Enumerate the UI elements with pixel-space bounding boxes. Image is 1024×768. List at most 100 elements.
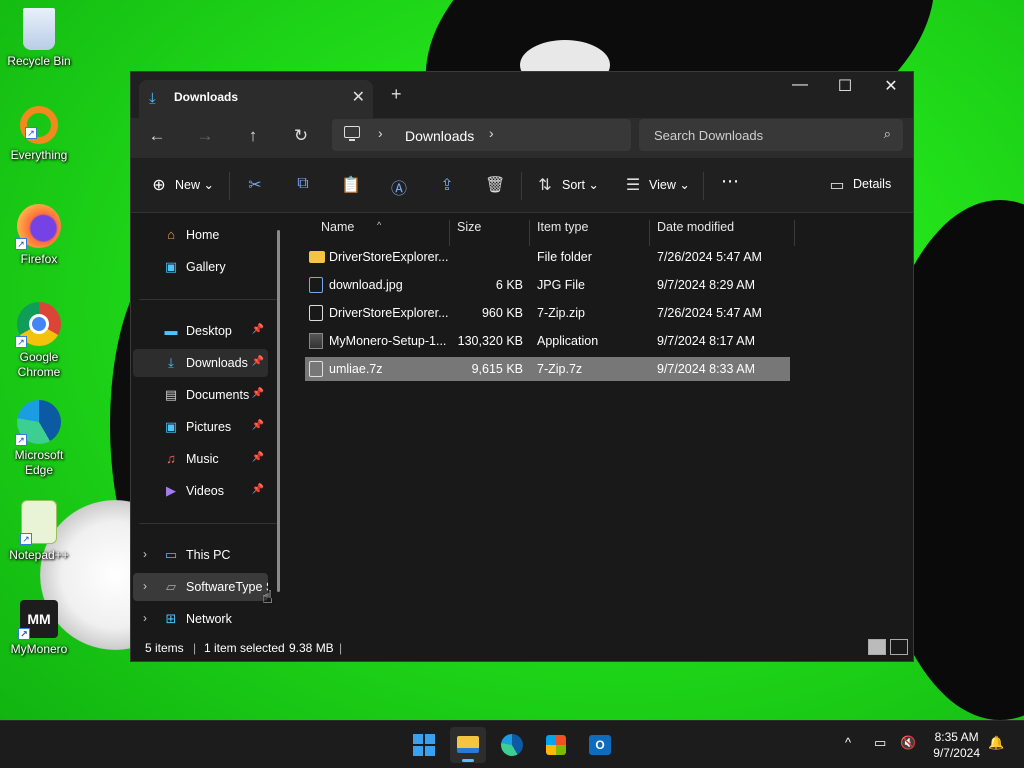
sidebar-item-desktop[interactable]: ▬ Desktop 📌 (133, 317, 268, 345)
tiles-view-toggle[interactable] (890, 639, 908, 655)
details-view-toggle[interactable] (868, 639, 886, 655)
column-item-type[interactable]: Item type (537, 220, 588, 234)
taskbar-file-explorer[interactable] (450, 727, 486, 763)
file-type: JPG File (537, 278, 585, 292)
videos-folder-icon: ▶ (166, 483, 176, 498)
sidebar-item-videos[interactable]: ▶ Videos 📌 (133, 477, 268, 505)
file-name: download.jpg (329, 278, 403, 292)
network-status-icon[interactable]: ▭ (874, 735, 886, 751)
view-button[interactable]: View ⌄ (649, 177, 690, 192)
pin-icon[interactable]: 📌 (252, 420, 264, 431)
pin-icon[interactable]: 📌 (252, 356, 264, 367)
details-button[interactable]: Details (853, 177, 891, 191)
tab-title: Downloads (174, 90, 239, 104)
new-button[interactable]: New ⌄ (175, 177, 214, 192)
address-bar[interactable]: › Downloads › (332, 119, 631, 151)
chevron-right-icon[interactable]: › (378, 125, 383, 141)
delete-icon[interactable]: 🗑 (485, 175, 505, 195)
up-button[interactable]: ↑ (241, 126, 265, 146)
file-name: MyMonero-Setup-1... (329, 334, 447, 348)
monitor-icon (344, 126, 360, 141)
pin-icon[interactable]: 📌 (252, 484, 264, 495)
taskbar: O ^ ▭ 🔇 8:35 AM 9/7/2024 🔔 (0, 720, 1024, 768)
chevron-right-icon[interactable]: › (143, 611, 147, 625)
file-type: 7-Zip.zip (537, 306, 585, 320)
pin-icon[interactable]: 📌 (252, 388, 264, 399)
file-size: 960 KB (481, 306, 523, 320)
details-pane-icon: ▭ (829, 177, 845, 194)
sort-icon: ⇅ (538, 177, 552, 194)
navigation-pane-scrollbar[interactable] (277, 230, 280, 592)
everything-search-icon: ↗ (20, 106, 58, 144)
search-box[interactable]: Search Downloads ⌕ (639, 119, 903, 151)
file-type: Application (537, 334, 599, 348)
forward-button[interactable]: → (193, 126, 217, 146)
file-date: 9/7/2024 8:17 AM (657, 334, 755, 348)
copy-icon[interactable]: ⧉ (293, 175, 313, 193)
file-size: 130,320 KB (457, 334, 523, 348)
cut-icon[interactable]: ✂ (245, 175, 265, 195)
pin-icon[interactable]: 📌 (252, 452, 264, 463)
column-date-modified[interactable]: Date modified (657, 220, 734, 234)
close-window-button[interactable]: ✕ (868, 76, 914, 96)
sidebar-item-music[interactable]: ♫ Music 📌 (133, 445, 268, 473)
breadcrumb-downloads[interactable]: Downloads (405, 128, 474, 144)
minimize-button[interactable]: — (777, 76, 823, 94)
refresh-button[interactable]: ↻ (289, 126, 313, 146)
file-explorer-icon (457, 736, 479, 753)
maximize-button[interactable]: ☐ (822, 76, 868, 96)
taskbar-edge[interactable] (494, 727, 530, 763)
notification-bell-icon[interactable]: 🔔 (988, 735, 1004, 751)
rename-icon[interactable]: Ⓐ (389, 175, 409, 199)
gallery-icon: ▣ (164, 259, 178, 274)
close-tab-icon[interactable]: ✕ (352, 87, 365, 107)
sidebar-item-documents[interactable]: ▤ Documents 📌 (133, 381, 268, 409)
show-hidden-icons-button[interactable]: ^ (845, 735, 851, 750)
chevron-right-icon[interactable]: › (143, 579, 147, 593)
image-file-icon (309, 277, 323, 293)
file-row[interactable]: MyMonero-Setup-1... 130,320 KB Applicati… (305, 329, 790, 353)
file-date: 9/7/2024 8:33 AM (657, 362, 755, 376)
desktop-icon-edge[interactable]: ↗ Microsoft Edge (1, 400, 77, 478)
column-size[interactable]: Size (457, 220, 481, 234)
sidebar-item-network[interactable]: › ⊞ Network (133, 605, 268, 633)
pin-icon[interactable]: 📌 (252, 324, 264, 335)
sort-button[interactable]: Sort ⌄ (562, 177, 599, 192)
sidebar-item-this-pc[interactable]: › ▭ This PC (133, 541, 268, 569)
volume-muted-icon[interactable]: 🔇 (900, 735, 916, 751)
taskbar-store[interactable] (538, 727, 574, 763)
sidebar-item-gallery[interactable]: ▣ Gallery (133, 253, 268, 281)
file-row[interactable]: DriverStoreExplorer.... File folder 7/26… (305, 245, 790, 269)
file-row-selected[interactable]: umliae.7z 9,615 KB 7-Zip.7z 9/7/2024 8:3… (305, 357, 790, 381)
desktop-icon-mymonero[interactable]: MM ↗ MyMonero (1, 600, 77, 657)
desktop-icon-chrome[interactable]: ↗ Google Chrome (1, 302, 77, 380)
desktop-icon-everything[interactable]: ↗ Everything (1, 106, 77, 163)
item-count: 5 items (145, 641, 184, 655)
sidebar-item-drive[interactable]: › ▱ SoftwareType St (133, 573, 268, 601)
file-row[interactable]: DriverStoreExplorer.... 960 KB 7-Zip.zip… (305, 301, 790, 325)
sidebar-item-pictures[interactable]: ▣ Pictures 📌 (133, 413, 268, 441)
file-row[interactable]: download.jpg 6 KB JPG File 9/7/2024 8:29… (305, 273, 790, 297)
share-icon[interactable]: ⇪ (437, 175, 457, 195)
file-icon (309, 305, 323, 321)
start-button[interactable] (406, 727, 442, 763)
desktop-icon-notepadpp[interactable]: ↗ Notepad++ (1, 500, 77, 563)
chevron-right-icon[interactable]: › (489, 125, 494, 141)
navigation-bar: ← → ↑ ↻ › Downloads › Search Downloads ⌕ (131, 118, 913, 158)
system-clock[interactable]: 8:35 AM 9/7/2024 (933, 729, 980, 761)
selection-size: 9.38 MB (289, 641, 334, 655)
chevron-right-icon[interactable]: › (143, 547, 147, 561)
taskbar-outlook[interactable]: O (582, 727, 618, 763)
paste-icon[interactable]: 📋 (341, 175, 361, 195)
sidebar-item-home[interactable]: ⌂ Home (133, 221, 268, 249)
tab-downloads[interactable]: ⤓ Downloads ✕ (139, 80, 373, 118)
new-tab-button[interactable]: + (391, 84, 402, 105)
column-name[interactable]: Name (321, 220, 354, 234)
desktop-icon-firefox[interactable]: ↗ Firefox (1, 204, 77, 267)
back-button[interactable]: ← (145, 126, 169, 146)
desktop-icon-recycle-bin[interactable]: Recycle Bin (1, 8, 77, 69)
new-label: New (175, 178, 201, 192)
sidebar-item-downloads[interactable]: ⤓ Downloads 📌 (133, 349, 268, 377)
sort-label: Sort (562, 178, 585, 192)
more-options-button[interactable]: ⋯ (721, 171, 739, 192)
